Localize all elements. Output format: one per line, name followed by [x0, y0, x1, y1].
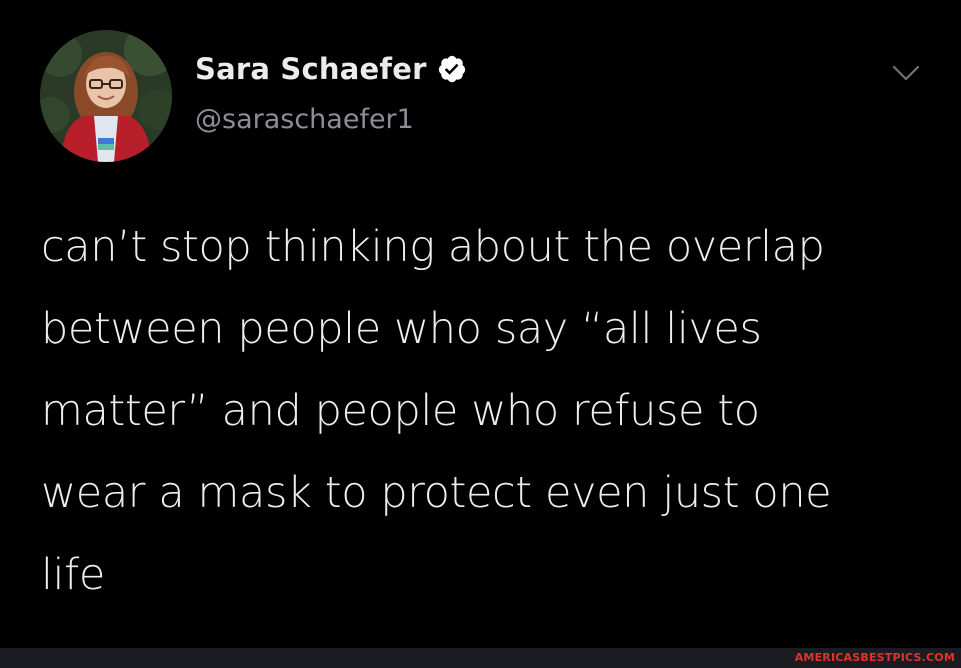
- tweet-menu-button[interactable]: [888, 60, 924, 86]
- author-handle[interactable]: @saraschaefer1: [195, 104, 414, 135]
- author-name-row: Sara Schaefer: [195, 52, 467, 86]
- chevron-down-icon: [892, 65, 920, 81]
- avatar[interactable]: [40, 30, 172, 162]
- tweet-text: can’t stop thinking about the overlap be…: [41, 222, 832, 600]
- profile-photo: [40, 30, 172, 162]
- watermark: AMERICASBESTPICS.COM: [794, 651, 955, 664]
- display-name[interactable]: Sara Schaefer: [195, 52, 427, 86]
- footer-bar: AMERICASBESTPICS.COM: [0, 648, 961, 668]
- tweet-card: Sara Schaefer @saraschaefer1 can’t stop …: [0, 0, 961, 648]
- verified-badge-icon: [437, 54, 467, 84]
